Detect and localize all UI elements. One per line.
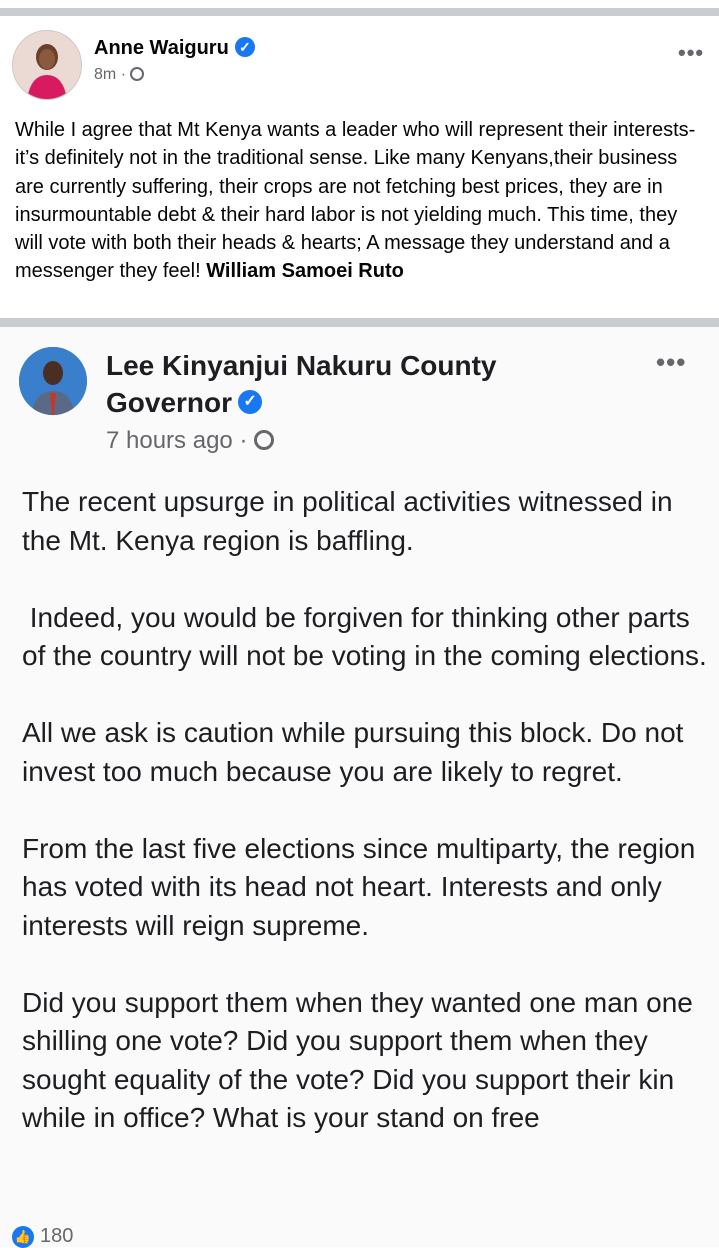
author-name[interactable]: Lee Kinyanjui Nakuru County Governor ✓ [106,347,606,421]
post-meta: 7 hours ago · [106,427,275,455]
post-separator [0,318,719,327]
top-separator [0,0,719,20]
post-text: While I agree that Mt Kenya wants a lead… [15,119,696,283]
post-text: The recent upsurge in political activiti… [22,483,712,1176]
paragraph: From the last five elections since multi… [22,832,704,941]
paragraph: The recent upsurge in political activiti… [22,486,681,556]
verified-badge-icon: ✓ [238,389,263,414]
reaction-count[interactable]: 👍 180 [12,1225,73,1248]
globe-icon [130,66,145,81]
paragraph: Did you support them when they wanted on… [22,986,701,1134]
avatar[interactable] [19,347,87,415]
shared-post: Anne Waiguru ✓ 8m · ••• While I agree tha… [0,20,719,320]
globe-icon [254,429,275,450]
timestamp[interactable]: 7 hours ago [106,427,233,454]
author-name[interactable]: Anne Waiguru ✓ [94,36,255,60]
timestamp[interactable]: 8m [94,66,116,83]
post-meta: 8m · [94,66,145,84]
paragraph: All we ask is caution while pursuing thi… [22,717,692,787]
post-screenshot: Lee Kinyanjui Nakuru County Governor ✓ 7 … [0,327,719,1247]
like-icon: 👍 [12,1225,34,1248]
avatar[interactable] [12,30,82,100]
verified-badge-icon: ✓ [234,36,255,57]
more-options-icon[interactable]: ••• [656,347,686,378]
paragraph: Indeed, you would be forgiven for thinki… [22,601,707,672]
mention-link[interactable]: William Samoei Ruto [206,260,404,282]
more-options-icon[interactable]: ••• [678,40,704,66]
